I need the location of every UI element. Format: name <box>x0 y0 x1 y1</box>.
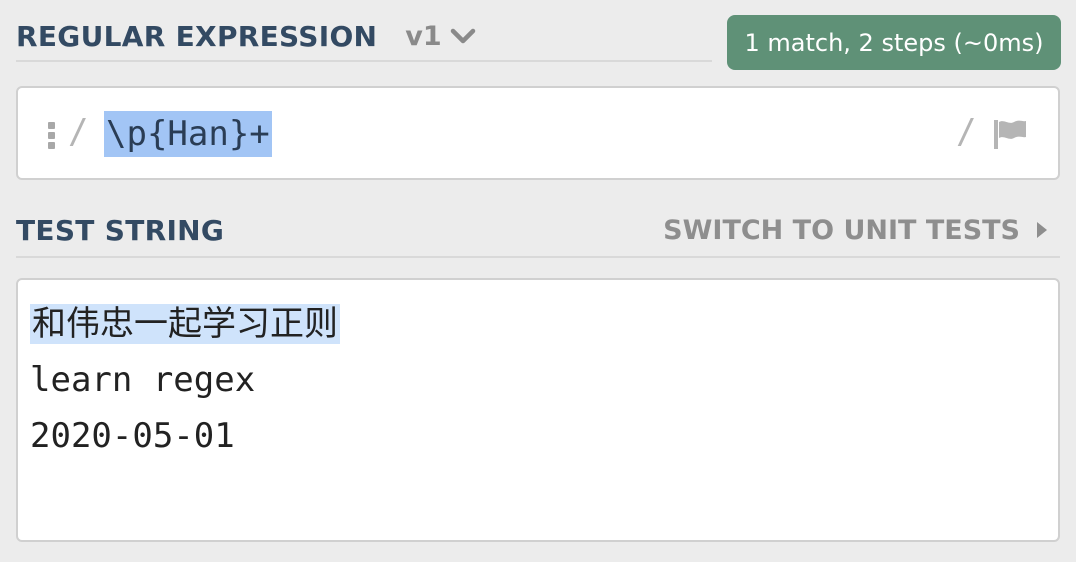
switch-to-unit-tests-link[interactable]: SWITCH TO UNIT TESTS <box>663 215 1048 246</box>
regex-editor-page: REGULAR EXPRESSION v1 1 match, 2 steps (… <box>0 0 1076 562</box>
match-info-badge: 1 match, 2 steps (~0ms) <box>727 15 1061 70</box>
drag-handle-icon[interactable] <box>48 122 56 150</box>
test-string-input[interactable]: 和伟忠一起学习正则 learn regex 2020-05-01 <box>16 278 1060 542</box>
regex-section-title: REGULAR EXPRESSION <box>16 19 378 53</box>
match-highlight: 和伟忠一起学习正则 <box>30 304 340 344</box>
regex-section-header: REGULAR EXPRESSION v1 <box>16 12 712 62</box>
test-string-title: TEST STRING <box>16 213 225 247</box>
test-line-2: learn regex <box>30 360 256 400</box>
test-line-1: 和伟忠一起学习正则 <box>30 296 340 352</box>
switch-to-unit-tests-label: SWITCH TO UNIT TESTS <box>663 214 1020 246</box>
flag-icon[interactable] <box>992 118 1028 150</box>
regex-delimiter-open: / <box>68 112 89 152</box>
caret-right-icon <box>1037 222 1047 238</box>
regex-input-box[interactable]: / \p{Han}+ / <box>16 86 1060 180</box>
version-selector[interactable]: v1 <box>405 21 475 52</box>
test-string-lines: 和伟忠一起学习正则 learn regex 2020-05-01 <box>30 296 340 464</box>
version-label: v1 <box>405 20 442 52</box>
regex-delimiter-close: / <box>956 112 977 152</box>
regex-input[interactable]: \p{Han}+ <box>104 111 272 157</box>
test-string-header: TEST STRING SWITCH TO UNIT TESTS <box>16 204 1060 258</box>
test-line-3: 2020-05-01 <box>30 416 235 456</box>
chevron-down-icon <box>450 28 475 44</box>
